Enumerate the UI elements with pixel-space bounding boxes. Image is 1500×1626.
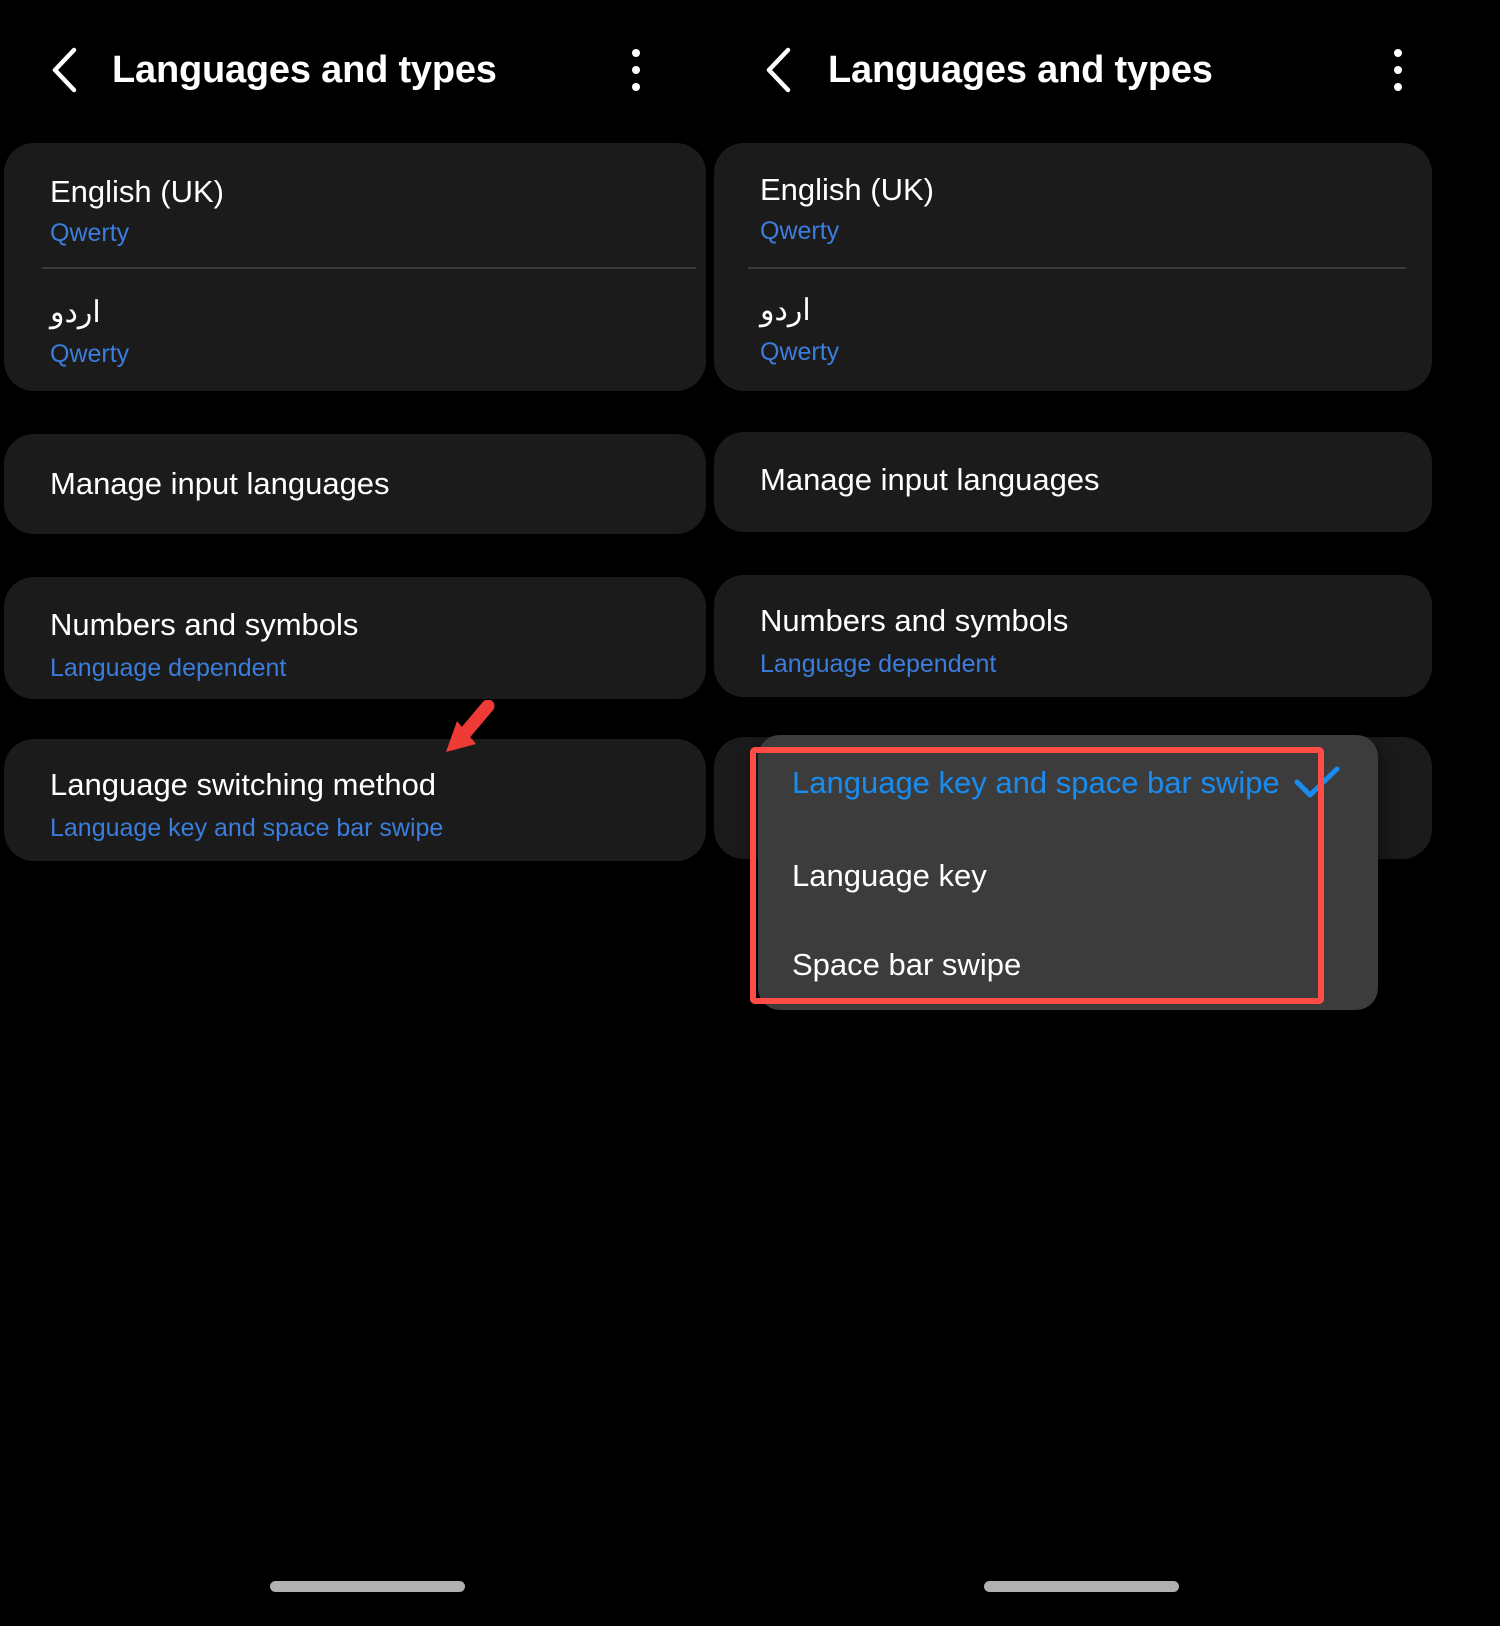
app-bar-left: Languages and types: [0, 0, 710, 140]
dropdown-option-language-key-and-space-bar-swipe[interactable]: Language key and space bar swipe: [758, 735, 1378, 831]
language-item-english[interactable]: English (UK) Qwerty: [4, 176, 706, 246]
back-button[interactable]: [744, 35, 814, 105]
manage-input-languages-card[interactable]: Manage input languages: [4, 434, 706, 534]
language-name: اردو: [760, 294, 811, 327]
languages-card: English (UK) Qwerty اردو Qwerty: [4, 143, 706, 391]
manage-input-languages-card[interactable]: Manage input languages: [714, 432, 1432, 532]
language-item-urdu[interactable]: اردو Qwerty: [4, 298, 706, 367]
manage-input-languages-row[interactable]: Manage input languages: [714, 464, 1432, 495]
dropdown-option-space-bar-swipe[interactable]: Space bar swipe: [758, 920, 1378, 1010]
phone-screen-right: Languages and types English (UK) Qwerty …: [714, 0, 1500, 1626]
language-layout: Qwerty: [760, 338, 840, 366]
language-name: English (UK): [760, 172, 934, 207]
screenshot-root: Languages and types English (UK) Qwerty …: [0, 0, 1500, 1626]
row-title: Numbers and symbols: [50, 607, 359, 642]
language-item-urdu[interactable]: اردو Qwerty: [714, 296, 1432, 365]
more-vertical-icon: [1394, 83, 1402, 91]
gesture-navigation-bar[interactable]: [270, 1581, 465, 1592]
numbers-and-symbols-row[interactable]: Numbers and symbols Language dependent: [4, 609, 706, 681]
dropdown-option-label: Language key: [792, 857, 987, 893]
page-title: Languages and types: [828, 48, 1213, 91]
phone-screen-left: Languages and types English (UK) Qwerty …: [0, 0, 710, 1626]
more-vertical-icon: [632, 49, 640, 57]
language-name: اردو: [50, 296, 101, 329]
manage-input-languages-row[interactable]: Manage input languages: [4, 468, 706, 499]
dropdown-option-label: Space bar swipe: [792, 947, 1022, 982]
row-title: Manage input languages: [760, 462, 1100, 497]
more-vertical-icon: [1394, 49, 1402, 57]
language-switching-method-dropdown[interactable]: Language key and space bar swipe Languag…: [758, 735, 1378, 1010]
row-title: Language switching method: [50, 767, 437, 802]
more-vertical-icon: [632, 66, 640, 74]
row-title: Numbers and symbols: [760, 603, 1069, 638]
chevron-left-icon: [762, 47, 796, 93]
check-icon: [1294, 766, 1340, 800]
row-subtitle: Language dependent: [760, 650, 997, 678]
language-name: English (UK): [50, 174, 224, 209]
language-layout: Qwerty: [760, 217, 840, 245]
language-layout: Qwerty: [50, 219, 130, 247]
back-button[interactable]: [30, 35, 100, 105]
list-divider: [42, 267, 696, 269]
language-layout: Qwerty: [50, 340, 130, 368]
list-divider: [748, 267, 1406, 269]
row-subtitle: Language dependent: [50, 654, 287, 682]
chevron-left-icon: [48, 47, 82, 93]
gesture-navigation-bar[interactable]: [984, 1581, 1179, 1592]
numbers-and-symbols-card[interactable]: Numbers and symbols Language dependent: [4, 577, 706, 699]
language-switching-method-card[interactable]: Language switching method Language key a…: [4, 739, 706, 861]
row-subtitle: Language key and space bar swipe: [50, 814, 444, 842]
page-title: Languages and types: [112, 48, 497, 91]
overflow-menu-button[interactable]: [1368, 32, 1428, 108]
numbers-and-symbols-card[interactable]: Numbers and symbols Language dependent: [714, 575, 1432, 697]
row-title: Manage input languages: [50, 466, 390, 501]
dropdown-option-language-key[interactable]: Language key: [758, 831, 1378, 920]
more-vertical-icon: [632, 83, 640, 91]
app-bar-right: Languages and types: [714, 0, 1500, 140]
numbers-and-symbols-row[interactable]: Numbers and symbols Language dependent: [714, 605, 1432, 677]
language-switching-method-row[interactable]: Language switching method Language key a…: [4, 769, 706, 841]
dropdown-option-label: Language key and space bar swipe: [792, 765, 1280, 800]
languages-card: English (UK) Qwerty اردو Qwerty: [714, 143, 1432, 391]
language-item-english[interactable]: English (UK) Qwerty: [714, 174, 1432, 244]
overflow-menu-button[interactable]: [606, 32, 666, 108]
more-vertical-icon: [1394, 66, 1402, 74]
